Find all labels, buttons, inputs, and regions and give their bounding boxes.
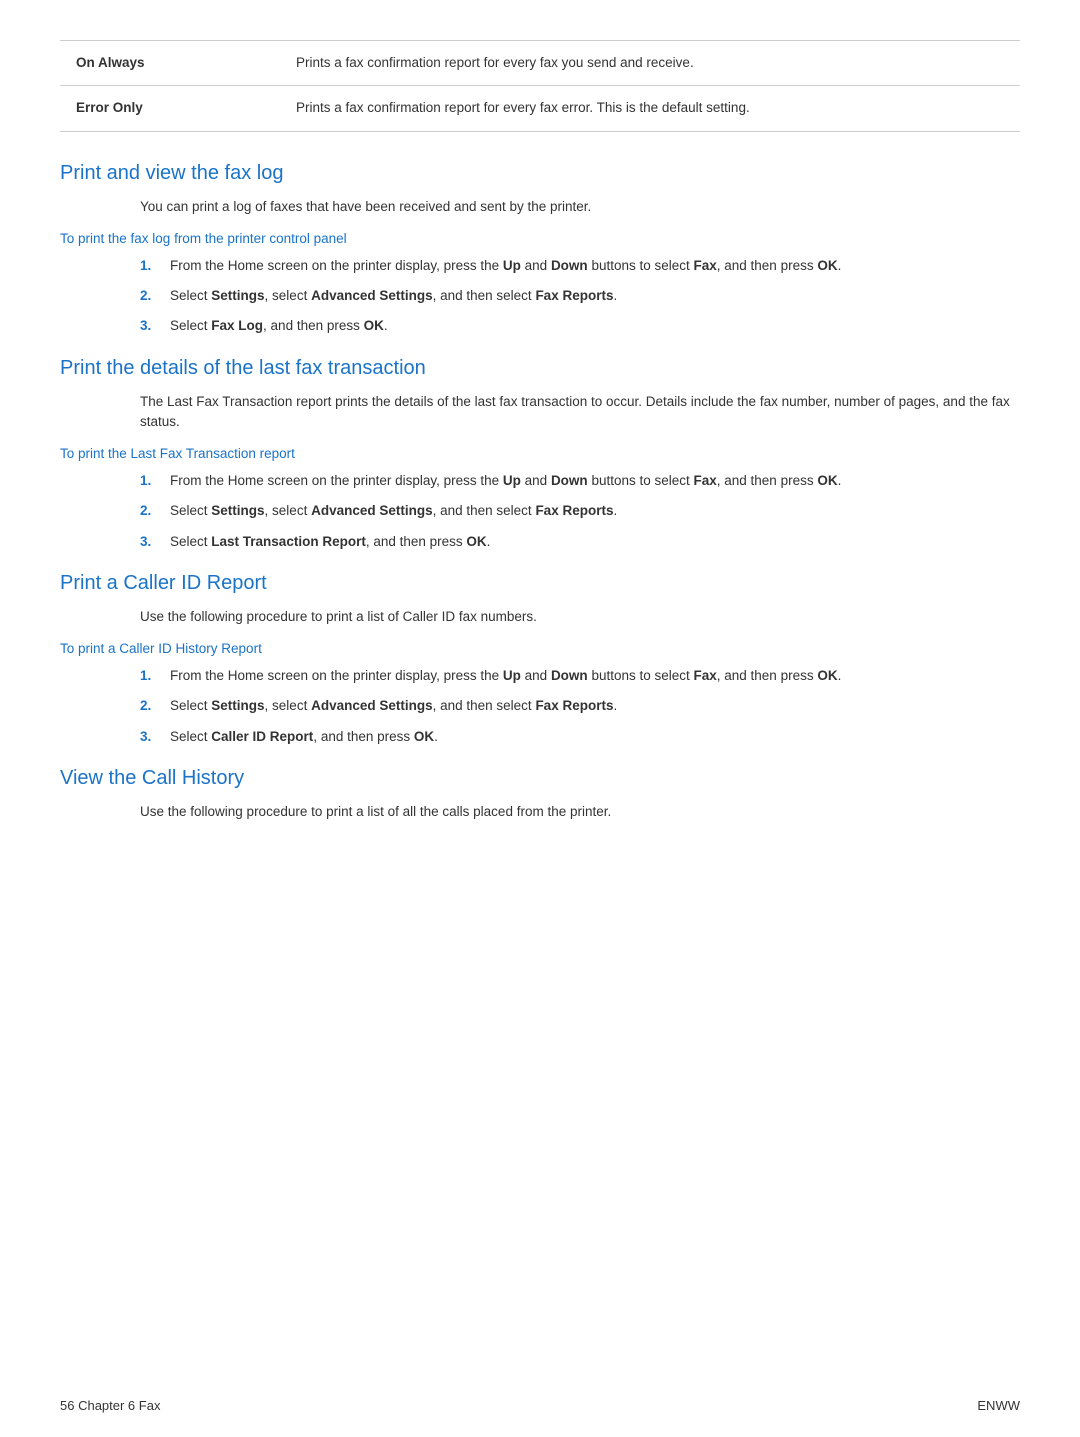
step-2: 2. Select Settings, select Advanced Sett… [140,501,1020,521]
table-row: On Always Prints a fax confirmation repo… [60,41,1020,86]
step-3: 3. Select Caller ID Report, and then pre… [140,727,1020,747]
subsection-title-caller-id: To print a Caller ID History Report [60,641,1020,656]
section-caller-id: Print a Caller ID Report Use the followi… [60,572,1020,747]
step-number-2: 2. [140,286,170,306]
footer: 56 Chapter 6 Fax ENWW [0,1398,1080,1413]
step-number-2: 2. [140,696,170,716]
section-call-history: View the Call History Use the following … [60,767,1020,822]
section-title-fax-log: Print and view the fax log [60,162,1020,185]
section-print-fax-log: Print and view the fax log You can print… [60,162,1020,337]
confirmation-table: On Always Prints a fax confirmation repo… [60,40,1020,132]
step-text-1: From the Home screen on the printer disp… [170,471,1020,491]
step-text-3: Select Caller ID Report, and then press … [170,727,1020,747]
section-last-fax: Print the details of the last fax transa… [60,357,1020,552]
table-cell-label: On Always [60,41,280,86]
step-3: 3. Select Fax Log, and then press OK. [140,316,1020,336]
step-number-3: 3. [140,316,170,336]
section-title-caller-id: Print a Caller ID Report [60,572,1020,595]
step-text-1: From the Home screen on the printer disp… [170,256,1020,276]
step-text-3: Select Last Transaction Report, and then… [170,532,1020,552]
step-number-1: 1. [140,256,170,276]
table-cell-desc: Prints a fax confirmation report for eve… [280,86,1020,131]
footer-right: ENWW [977,1398,1020,1413]
subsection-title-last-fax: To print the Last Fax Transaction report [60,446,1020,461]
step-2: 2. Select Settings, select Advanced Sett… [140,696,1020,716]
step-text-2: Select Settings, select Advanced Setting… [170,286,1020,306]
step-number-1: 1. [140,471,170,491]
table-cell-desc: Prints a fax confirmation report for eve… [280,41,1020,86]
step-number-3: 3. [140,727,170,747]
footer-left: 56 Chapter 6 Fax [60,1398,160,1413]
step-text-2: Select Settings, select Advanced Setting… [170,501,1020,521]
call-history-intro: Use the following procedure to print a l… [140,802,1020,822]
step-2: 2. Select Settings, select Advanced Sett… [140,286,1020,306]
step-number-2: 2. [140,501,170,521]
section-title-last-fax: Print the details of the last fax transa… [60,357,1020,380]
step-number-3: 3. [140,532,170,552]
step-1: From the Home screen on the printer disp… [140,256,1020,276]
section-title-call-history: View the Call History [60,767,1020,790]
step-text-3: Select Fax Log, and then press OK. [170,316,1020,336]
step-1: 1. From the Home screen on the printer d… [140,666,1020,686]
table-row: Error Only Prints a fax confirmation rep… [60,86,1020,131]
caller-id-steps: 1. From the Home screen on the printer d… [140,666,1020,747]
fax-log-intro: You can print a log of faxes that have b… [140,197,1020,217]
step-number-1: 1. [140,666,170,686]
page-content: On Always Prints a fax confirmation repo… [0,0,1080,922]
last-fax-intro: The Last Fax Transaction report prints t… [140,392,1020,433]
step-1: 1. From the Home screen on the printer d… [140,471,1020,491]
last-fax-steps: 1. From the Home screen on the printer d… [140,471,1020,552]
step-text-1: From the Home screen on the printer disp… [170,666,1020,686]
fax-log-steps: From the Home screen on the printer disp… [140,256,1020,337]
subsection-title-fax-log-panel: To print the fax log from the printer co… [60,231,1020,246]
step-3: 3. Select Last Transaction Report, and t… [140,532,1020,552]
table-cell-label: Error Only [60,86,280,131]
step-text-2: Select Settings, select Advanced Setting… [170,696,1020,716]
caller-id-intro: Use the following procedure to print a l… [140,607,1020,627]
